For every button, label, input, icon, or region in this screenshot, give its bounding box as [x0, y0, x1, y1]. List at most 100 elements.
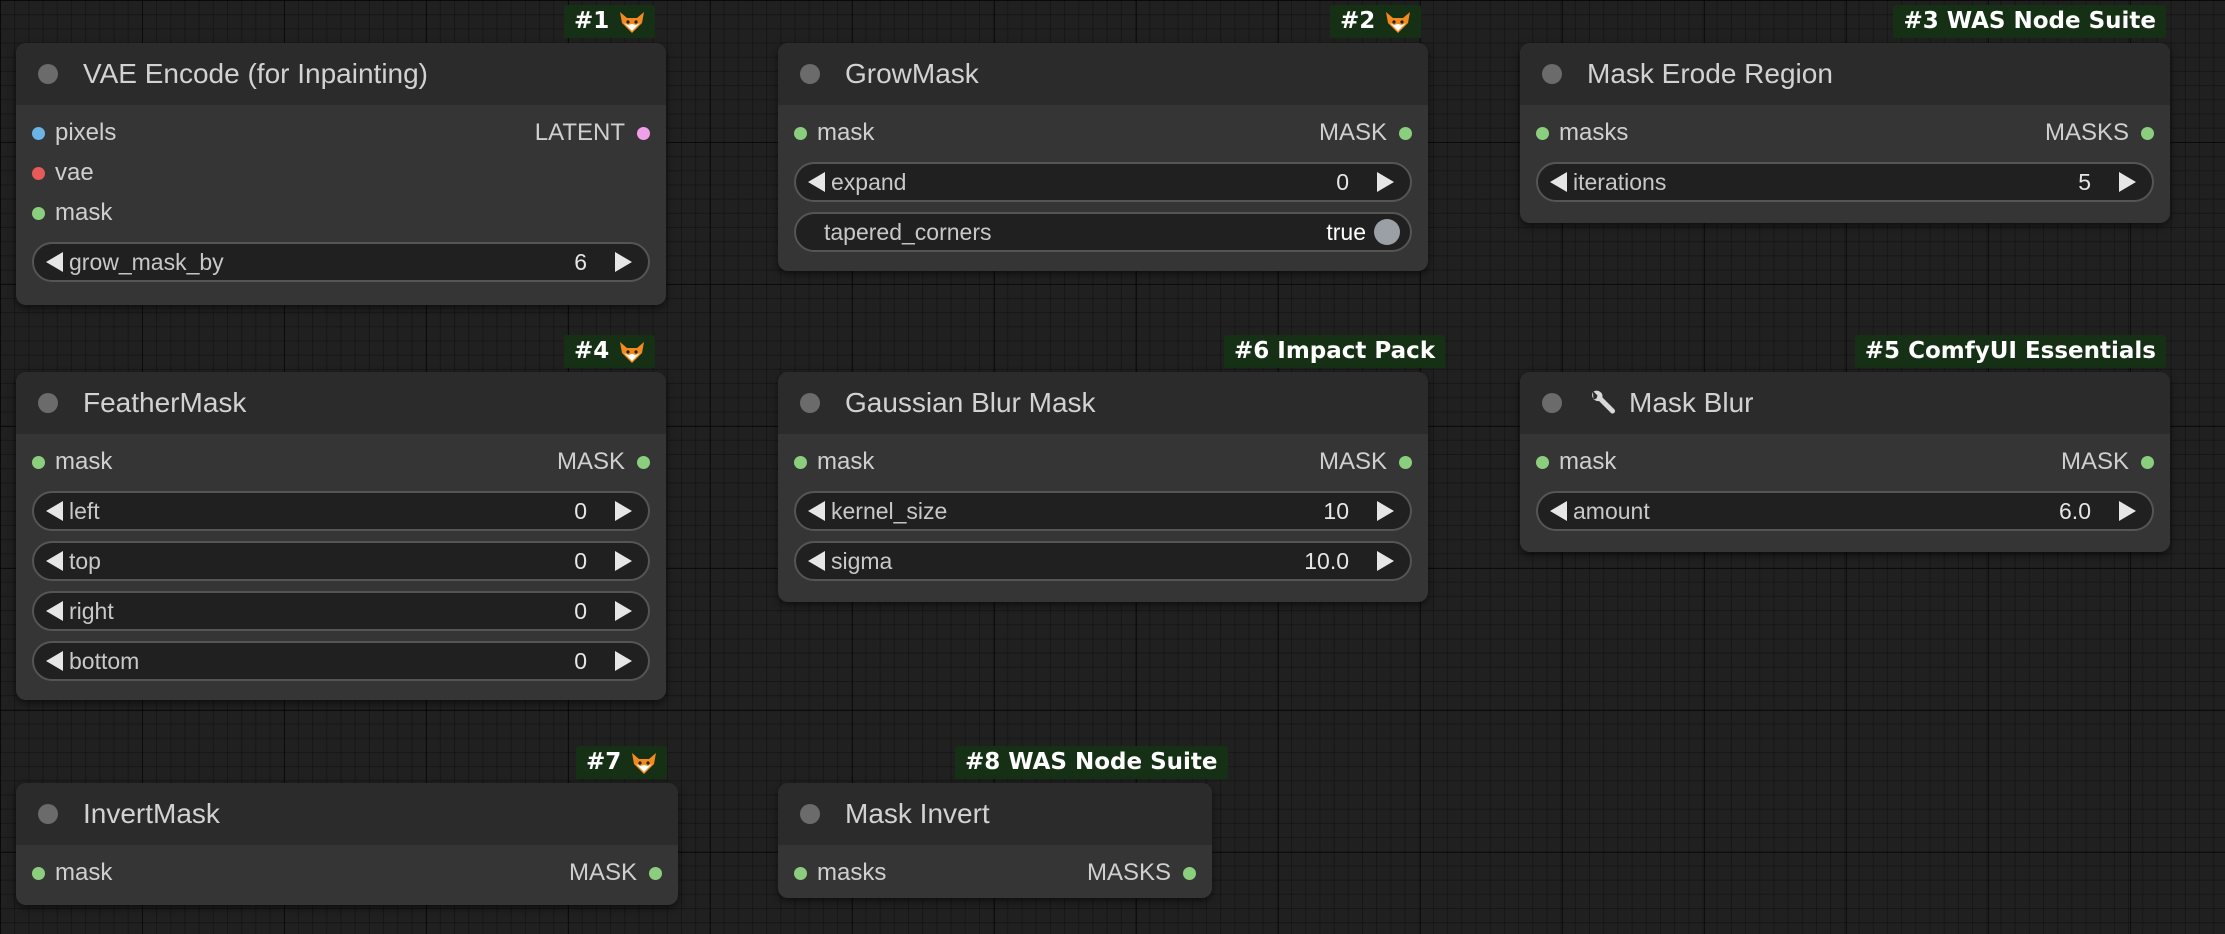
- node-title-bar[interactable]: Mask Erode Region: [1520, 43, 2170, 105]
- decrement-arrow-icon[interactable]: [46, 651, 63, 671]
- widget-iterations[interactable]: iterations 5: [1536, 162, 2154, 202]
- widget-value[interactable]: 0: [574, 498, 587, 525]
- input-slot-mask[interactable]: mask MASK: [794, 113, 1412, 153]
- vae-slot-dot-icon[interactable]: [32, 166, 45, 180]
- node-title-bar[interactable]: Mask Blur: [1520, 372, 2170, 434]
- widget-expand[interactable]: expand 0: [794, 162, 1412, 202]
- decrement-arrow-icon[interactable]: [808, 501, 825, 521]
- increment-arrow-icon[interactable]: [1377, 501, 1394, 521]
- increment-arrow-icon[interactable]: [2119, 501, 2136, 521]
- increment-arrow-icon[interactable]: [1377, 551, 1394, 571]
- masks-slot-dot-icon[interactable]: [1536, 126, 1549, 140]
- widget-value[interactable]: 10.0: [1304, 548, 1349, 575]
- increment-arrow-icon[interactable]: [615, 601, 632, 621]
- decrement-arrow-icon[interactable]: [1550, 501, 1567, 521]
- widget-value[interactable]: 0: [574, 648, 587, 675]
- widget-value[interactable]: 5: [2078, 169, 2091, 196]
- mask-slot-dot-icon[interactable]: [32, 866, 45, 880]
- decrement-arrow-icon[interactable]: [46, 551, 63, 571]
- collapse-toggle-icon[interactable]: [800, 393, 820, 413]
- mask-slot-dot-icon[interactable]: [2141, 455, 2154, 469]
- widget-value[interactable]: 10: [1323, 498, 1349, 525]
- widget-value[interactable]: 0: [1336, 169, 1349, 196]
- node-vae-encode[interactable]: VAE Encode (for Inpainting) pixels LATEN…: [16, 43, 666, 305]
- latent-slot-dot-icon[interactable]: [637, 126, 650, 140]
- masks-slot-dot-icon[interactable]: [2141, 126, 2154, 140]
- decrement-arrow-icon[interactable]: [1550, 172, 1567, 192]
- widget-sigma[interactable]: sigma 10.0: [794, 541, 1412, 581]
- increment-arrow-icon[interactable]: [1377, 172, 1394, 192]
- node-invert-mask[interactable]: InvertMask mask MASK: [16, 783, 678, 905]
- mask-slot-dot-icon[interactable]: [794, 455, 807, 469]
- collapse-toggle-icon[interactable]: [38, 64, 58, 84]
- output-slot-mask[interactable]: MASK: [1319, 119, 1412, 147]
- node-title-bar[interactable]: InvertMask: [16, 783, 678, 845]
- node-title-bar[interactable]: Gaussian Blur Mask: [778, 372, 1428, 434]
- toggle-knob-icon[interactable]: [1374, 219, 1400, 245]
- increment-arrow-icon[interactable]: [2119, 172, 2136, 192]
- node-title-bar[interactable]: Mask Invert: [778, 783, 1212, 845]
- output-slot-latent[interactable]: LATENT: [535, 119, 650, 147]
- node-mask-invert[interactable]: Mask Invert masks MASKS: [778, 783, 1212, 898]
- widget-kernel-size[interactable]: kernel_size 10: [794, 491, 1412, 531]
- widget-value[interactable]: 0: [574, 548, 587, 575]
- widget-value[interactable]: 6: [574, 249, 587, 276]
- input-slot-mask[interactable]: mask MASK: [794, 442, 1412, 482]
- input-slot-vae[interactable]: vae: [32, 153, 650, 193]
- collapse-toggle-icon[interactable]: [1542, 393, 1562, 413]
- decrement-arrow-icon[interactable]: [46, 252, 63, 272]
- decrement-arrow-icon[interactable]: [808, 172, 825, 192]
- mask-slot-dot-icon[interactable]: [794, 126, 807, 140]
- masks-slot-dot-icon[interactable]: [1183, 866, 1196, 880]
- increment-arrow-icon[interactable]: [615, 501, 632, 521]
- input-slot-mask[interactable]: mask MASK: [32, 442, 650, 482]
- input-slot-masks[interactable]: masks MASKS: [794, 853, 1196, 893]
- output-slot-masks[interactable]: MASKS: [2045, 119, 2154, 147]
- node-mask-erode-region[interactable]: Mask Erode Region masks MASKS iterations…: [1520, 43, 2170, 223]
- widget-value[interactable]: 0: [574, 598, 587, 625]
- input-slot-mask[interactable]: mask MASK: [32, 853, 662, 893]
- input-slot-mask[interactable]: mask: [32, 193, 650, 233]
- mask-slot-dot-icon[interactable]: [32, 206, 45, 220]
- mask-slot-dot-icon[interactable]: [1399, 126, 1412, 140]
- node-title-bar[interactable]: VAE Encode (for Inpainting): [16, 43, 666, 105]
- masks-slot-dot-icon[interactable]: [794, 866, 807, 880]
- widget-bottom[interactable]: bottom 0: [32, 641, 650, 681]
- node-feather-mask[interactable]: FeatherMask mask MASK left 0 top 0 right…: [16, 372, 666, 700]
- mask-slot-dot-icon[interactable]: [649, 866, 662, 880]
- widget-amount[interactable]: amount 6.0: [1536, 491, 2154, 531]
- widget-tapered-corners-toggle[interactable]: tapered_corners true: [794, 212, 1412, 252]
- mask-slot-dot-icon[interactable]: [1536, 455, 1549, 469]
- decrement-arrow-icon[interactable]: [46, 501, 63, 521]
- increment-arrow-icon[interactable]: [615, 551, 632, 571]
- mask-slot-dot-icon[interactable]: [1399, 455, 1412, 469]
- node-grow-mask[interactable]: GrowMask mask MASK expand 0 tapered_corn…: [778, 43, 1428, 271]
- widget-right[interactable]: right 0: [32, 591, 650, 631]
- input-slot-masks[interactable]: masks MASKS: [1536, 113, 2154, 153]
- input-slot-mask[interactable]: mask MASK: [1536, 442, 2154, 482]
- widget-left[interactable]: left 0: [32, 491, 650, 531]
- output-slot-mask[interactable]: MASK: [569, 859, 662, 887]
- increment-arrow-icon[interactable]: [615, 651, 632, 671]
- decrement-arrow-icon[interactable]: [808, 551, 825, 571]
- collapse-toggle-icon[interactable]: [1542, 64, 1562, 84]
- widget-top[interactable]: top 0: [32, 541, 650, 581]
- collapse-toggle-icon[interactable]: [800, 64, 820, 84]
- node-title-bar[interactable]: GrowMask: [778, 43, 1428, 105]
- widget-value[interactable]: 6.0: [2059, 498, 2091, 525]
- input-slot-pixels[interactable]: pixels LATENT: [32, 113, 650, 153]
- pixels-slot-dot-icon[interactable]: [32, 126, 45, 140]
- output-slot-masks[interactable]: MASKS: [1087, 859, 1196, 887]
- node-mask-blur[interactable]: Mask Blur mask MASK amount 6.0: [1520, 372, 2170, 552]
- collapse-toggle-icon[interactable]: [38, 804, 58, 824]
- node-title-bar[interactable]: FeatherMask: [16, 372, 666, 434]
- mask-slot-dot-icon[interactable]: [637, 455, 650, 469]
- output-slot-mask[interactable]: MASK: [2061, 448, 2154, 476]
- node-gaussian-blur-mask[interactable]: Gaussian Blur Mask mask MASK kernel_size…: [778, 372, 1428, 602]
- collapse-toggle-icon[interactable]: [38, 393, 58, 413]
- widget-grow-mask-by[interactable]: grow_mask_by 6: [32, 242, 650, 282]
- collapse-toggle-icon[interactable]: [800, 804, 820, 824]
- mask-slot-dot-icon[interactable]: [32, 455, 45, 469]
- output-slot-mask[interactable]: MASK: [1319, 448, 1412, 476]
- output-slot-mask[interactable]: MASK: [557, 448, 650, 476]
